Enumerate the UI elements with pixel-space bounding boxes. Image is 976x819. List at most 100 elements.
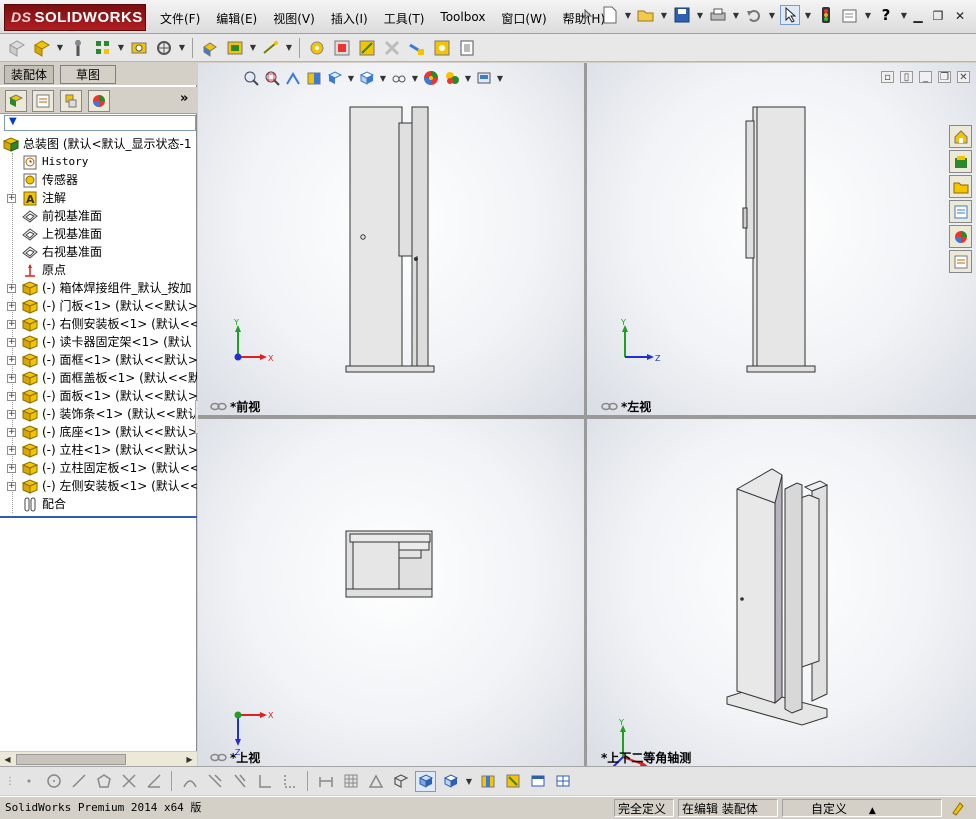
select-arrow-icon[interactable]	[780, 5, 800, 25]
tree-item[interactable]: 传感器	[0, 171, 197, 189]
expand-panel-icon[interactable]: »	[180, 91, 188, 106]
tree-item[interactable]: + (-) 面框<1> (默认<<默认>_显	[0, 351, 197, 369]
tree-filter-input[interactable]: ▼	[4, 115, 196, 131]
four-viewport-icon[interactable]	[552, 771, 573, 792]
graphics-area[interactable]: ▼ ▼ ▼ ▼ ▼ Y X *前视 ▫ ▯ _ ❐ ✕ Y Z *左视 X Z …	[198, 63, 976, 766]
reference-geometry-icon[interactable]	[260, 37, 282, 59]
tab-sketch[interactable]: 草图	[60, 65, 116, 84]
expand-toggle-icon[interactable]: +	[7, 374, 16, 383]
menu-view[interactable]: 视图(V)	[265, 10, 323, 27]
menu-file[interactable]: 文件(F)	[152, 10, 208, 27]
menu-toolbox[interactable]: Toolbox	[432, 10, 493, 27]
polygon-icon[interactable]	[93, 771, 114, 792]
filter-icon[interactable]: ▼	[9, 116, 17, 127]
smart-dimension-icon[interactable]	[315, 771, 336, 792]
chevron-up-icon[interactable]: ▲	[869, 806, 876, 816]
property-manager-tab-icon[interactable]	[32, 90, 54, 112]
bill-of-materials-icon[interactable]	[306, 37, 328, 59]
tree-item[interactable]: + (-) 右侧安装板<1> (默认<<默	[0, 315, 197, 333]
chevron-down-icon[interactable]: ▼	[660, 5, 668, 25]
menu-window[interactable]: 窗口(W)	[493, 10, 554, 27]
menu-insert[interactable]: 插入(I)	[323, 10, 376, 27]
tab-assembly[interactable]: 装配体	[4, 65, 55, 84]
chevron-down-icon[interactable]: ▼	[768, 5, 776, 25]
restore-icon[interactable]: ❐	[930, 9, 946, 23]
tree-item[interactable]: + (-) 门板<1> (默认<<默认>_显	[0, 297, 197, 315]
tree-item[interactable]: + (-) 装饰条<1> (默认<<默认>	[0, 405, 197, 423]
new-document-icon[interactable]	[600, 5, 620, 25]
mirror-entities-icon[interactable]	[229, 771, 250, 792]
chevron-down-icon[interactable]: ▼	[117, 38, 125, 58]
link-views-icon[interactable]	[601, 402, 618, 411]
status-units-custom[interactable]: 自定义 ▲	[782, 799, 942, 817]
viewport-left[interactable]: ▫ ▯ _ ❐ ✕ Y Z *左视	[587, 63, 976, 415]
new-part-icon[interactable]	[31, 37, 53, 59]
tree-item[interactable]: 上视基准面	[0, 225, 197, 243]
chevron-down-icon[interactable]: ▼	[804, 5, 812, 25]
help-icon[interactable]: ?	[876, 5, 896, 25]
3d-sketch-icon[interactable]	[390, 771, 411, 792]
expand-toggle-icon[interactable]: +	[7, 284, 16, 293]
smart-fasteners-icon[interactable]	[128, 37, 150, 59]
chevron-down-icon[interactable]: ▼	[732, 5, 740, 25]
tree-item[interactable]: 配合	[0, 495, 197, 513]
trim-icon[interactable]	[118, 771, 139, 792]
hole-alignment-icon[interactable]	[431, 37, 453, 59]
scroll-left-icon[interactable]: ◀	[1, 753, 14, 766]
convert-entities-icon[interactable]	[204, 771, 225, 792]
viewport-front[interactable]: ▼ ▼ ▼ ▼ ▼ Y X *前视	[198, 63, 584, 415]
scroll-right-icon[interactable]: ▶	[183, 753, 196, 766]
tree-item[interactable]: + (-) 立柱固定板<1> (默认<<默	[0, 459, 197, 477]
chevron-down-icon[interactable]: ▼	[56, 38, 64, 58]
chevron-down-icon[interactable]: ▼	[696, 5, 704, 25]
panel-horizontal-scrollbar[interactable]: ◀ ▶	[0, 751, 197, 766]
scrollbar-thumb[interactable]	[16, 754, 126, 765]
expand-toggle-icon[interactable]: +	[7, 446, 16, 455]
configuration-manager-tab-icon[interactable]	[60, 90, 82, 112]
sketch-fillet-icon[interactable]	[254, 771, 275, 792]
expand-toggle-icon[interactable]: +	[7, 302, 16, 311]
mate-icon[interactable]	[67, 37, 89, 59]
expand-toggle-icon[interactable]: +	[7, 482, 16, 491]
viewport-isometric[interactable]: Y X Z *上下二等角轴测	[587, 419, 976, 766]
open-folder-icon[interactable]	[636, 5, 656, 25]
single-viewport-icon[interactable]	[527, 771, 548, 792]
solidworks-logo[interactable]: DS SOLIDWORKS	[4, 4, 146, 31]
link-views-icon[interactable]	[210, 753, 227, 762]
tree-item[interactable]: 前视基准面	[0, 207, 197, 225]
expand-toggle-icon[interactable]: +	[7, 392, 16, 401]
file-properties-icon[interactable]	[840, 5, 860, 25]
chevron-down-icon[interactable]: ▼	[900, 5, 908, 25]
shaded-display-icon[interactable]	[415, 770, 436, 792]
close-icon[interactable]: ✕	[952, 9, 968, 23]
tree-item[interactable]: 原点	[0, 261, 197, 279]
pin-icon[interactable]	[576, 5, 596, 25]
chevron-down-icon[interactable]: ▼	[465, 771, 473, 791]
menu-edit[interactable]: 编辑(E)	[208, 10, 265, 27]
explode-line-sketch-icon[interactable]	[356, 37, 378, 59]
print-icon[interactable]	[708, 5, 728, 25]
minimize-icon[interactable]: ▁	[910, 9, 926, 23]
tree-item[interactable]: + (-) 面框盖板<1> (默认<<默认	[0, 369, 197, 387]
save-icon[interactable]	[672, 5, 692, 25]
feature-tree-tab-icon[interactable]	[5, 90, 27, 112]
show-hidden-components-icon[interactable]	[199, 37, 221, 59]
chevron-down-icon[interactable]: ▼	[624, 5, 632, 25]
sketch-icon[interactable]	[365, 771, 386, 792]
instant3d-icon[interactable]	[456, 37, 478, 59]
chevron-down-icon[interactable]: ▼	[285, 38, 293, 58]
tree-item[interactable]: + (-) 立柱<1> (默认<<默认>_显	[0, 441, 197, 459]
offset-entities-icon[interactable]	[179, 771, 200, 792]
expand-toggle-icon[interactable]: +	[7, 194, 16, 203]
display-manager-tab-icon[interactable]	[88, 90, 110, 112]
tree-item[interactable]: + (-) 读卡器固定架<1> (默认	[0, 333, 197, 351]
tree-item[interactable]: + (-) 左侧安装板<1> (默认<<默	[0, 477, 197, 495]
view-cube-icon[interactable]	[440, 771, 461, 792]
expand-toggle-icon[interactable]: +	[7, 356, 16, 365]
interference-detection-icon[interactable]	[381, 37, 403, 59]
exploded-view-icon[interactable]	[331, 37, 353, 59]
chevron-down-icon[interactable]: ▼	[864, 5, 872, 25]
extend-icon[interactable]	[143, 771, 164, 792]
expand-toggle-icon[interactable]: +	[7, 428, 16, 437]
tree-item[interactable]: 右视基准面	[0, 243, 197, 261]
